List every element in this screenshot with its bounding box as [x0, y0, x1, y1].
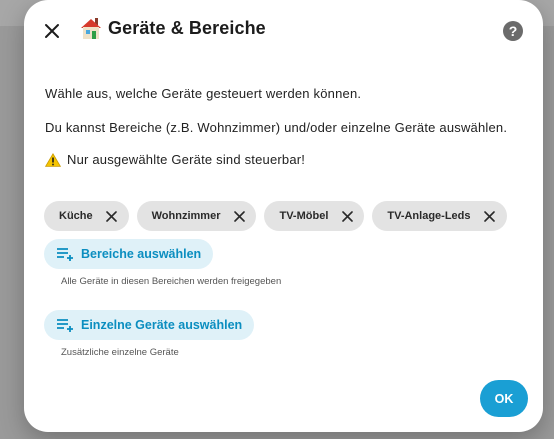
house-icon: [81, 18, 101, 39]
chip-remove-button[interactable]: [483, 209, 497, 223]
dialog-title: Geräte & Bereiche: [108, 17, 266, 38]
warning-icon: [45, 152, 61, 167]
chip-label: TV-Anlage-Leds: [387, 210, 471, 222]
close-icon: [106, 210, 117, 222]
dialog-header: Geräte & Bereiche: [80, 16, 266, 40]
close-button[interactable]: [39, 18, 65, 44]
select-devices-label: Einzelne Geräte auswählen: [81, 318, 243, 332]
close-icon: [45, 24, 59, 38]
chip-tv-moebel: TV-Möbel: [264, 201, 365, 231]
select-areas-label: Bereiche auswählen: [81, 247, 202, 261]
select-devices-button[interactable]: Einzelne Geräte auswählen: [44, 310, 255, 340]
ok-button[interactable]: OK: [480, 380, 528, 417]
intro-text-2: Du kannst Bereiche (z.B. Wohnzimmer) und…: [45, 120, 508, 135]
playlist-add-icon: [57, 319, 73, 332]
close-icon: [234, 210, 245, 222]
chip-remove-button[interactable]: [340, 209, 354, 223]
playlist-add-icon: [57, 248, 73, 261]
chip-tv-anlage-leds: TV-Anlage-Leds: [372, 201, 507, 231]
close-icon: [484, 210, 495, 222]
help-button[interactable]: ?: [503, 21, 523, 41]
warning-text: Nur ausgewählte Geräte sind steuerbar!: [67, 152, 306, 167]
intro-text-1: Wähle aus, welche Geräte gesteuert werde…: [45, 86, 362, 101]
chip-remove-button[interactable]: [232, 209, 246, 223]
close-icon: [342, 210, 353, 222]
chip-remove-button[interactable]: [105, 209, 119, 223]
chip-wohnzimmer: Wohnzimmer: [136, 201, 257, 231]
chip-kueche: Küche: [44, 201, 129, 231]
help-icon: ?: [508, 23, 518, 39]
chip-label: TV-Möbel: [279, 210, 329, 222]
ok-label: OK: [494, 391, 514, 406]
chip-label: Küche: [59, 210, 93, 222]
areas-hint: Alle Geräte in diesen Bereichen werden f…: [61, 276, 282, 287]
devices-areas-dialog: Geräte & Bereiche ? Wähle aus, welche Ge…: [24, 0, 543, 432]
chip-label: Wohnzimmer: [151, 210, 221, 222]
devices-hint: Zusätzliche einzelne Geräte: [61, 347, 179, 358]
select-areas-button[interactable]: Bereiche auswählen: [44, 239, 214, 269]
warning-line: Nur ausgewählte Geräte sind steuerbar!: [45, 152, 305, 167]
selected-chips: Küche Wohnzimmer TV-Möbel TV-Anlage-Leds: [44, 201, 507, 231]
